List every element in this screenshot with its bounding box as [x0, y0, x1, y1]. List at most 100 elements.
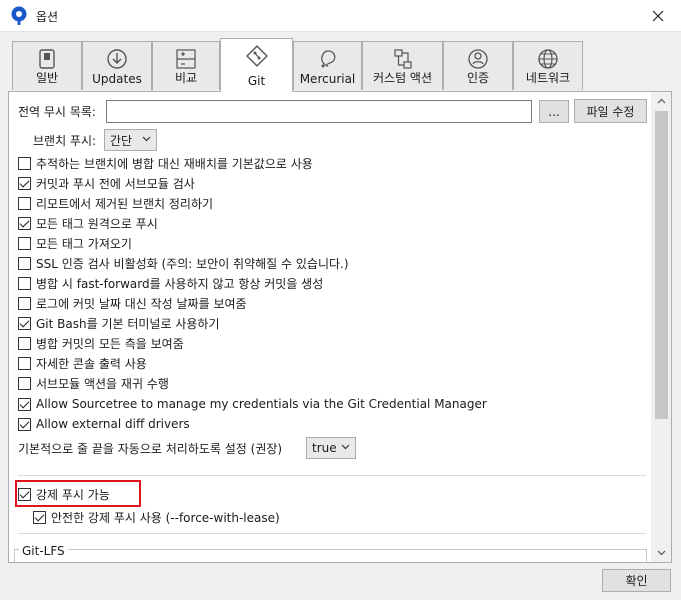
- option-merge-all-sides[interactable]: 병합 커밋의 모든 측을 보여줌: [18, 333, 184, 353]
- chevron-up-icon: [657, 98, 665, 104]
- option-label: 커밋과 푸시 전에 서브모듈 검사: [36, 176, 195, 191]
- option-label: Allow Sourcetree to manage my credential…: [36, 397, 487, 411]
- git-settings-panel: 전역 무시 목록: ... 파일 수정 브랜치 푸시: 간단 추적하는 브랜치에…: [8, 91, 672, 563]
- checkbox[interactable]: [18, 356, 31, 370]
- tab-label: 인증: [466, 71, 490, 85]
- tab-mercurial[interactable]: Mercurial: [293, 41, 362, 90]
- option-label: Git Bash를 기본 터미널로 사용하기: [36, 316, 220, 331]
- tab-git[interactable]: Git: [220, 38, 293, 92]
- custom-action-icon: [392, 48, 414, 70]
- option-external-diff[interactable]: Allow external diff drivers: [18, 414, 190, 434]
- title-bar: 옵션: [0, 0, 681, 32]
- edit-file-button[interactable]: 파일 수정: [574, 99, 647, 123]
- tab-label: 커스텀 액션: [372, 71, 432, 85]
- git-icon: [245, 45, 268, 67]
- sourcetree-logo-icon: [9, 6, 29, 26]
- chevron-down-icon: [142, 136, 151, 142]
- tab-label: 네트워크: [525, 71, 571, 85]
- checkbox[interactable]: [18, 196, 31, 210]
- checkbox[interactable]: [18, 176, 31, 190]
- user-icon: [467, 48, 489, 70]
- checkbox[interactable]: [18, 236, 31, 250]
- checkbox[interactable]: [18, 216, 31, 230]
- option-label: Allow external diff drivers: [36, 417, 190, 431]
- branch-push-label: 브랜치 푸시:: [33, 133, 97, 148]
- option-label: 추적하는 브랜치에 병합 대신 재배치를 기본값으로 사용: [36, 156, 313, 171]
- option-label: 자세한 콘솔 출력 사용: [36, 356, 147, 371]
- tab-custom-actions[interactable]: 커스텀 액션: [362, 41, 443, 90]
- git-lfs-group: [14, 549, 647, 562]
- option-credential-manager[interactable]: Allow Sourcetree to manage my credential…: [18, 394, 487, 414]
- tab-label: 일반: [35, 71, 59, 85]
- option-label: 강제 푸시 가능: [36, 487, 110, 502]
- option-push-all-tags[interactable]: 모든 태그 원격으로 푸시: [18, 213, 158, 233]
- tab-general[interactable]: 일반: [12, 41, 82, 90]
- tab-diff[interactable]: 비교: [152, 41, 220, 90]
- browse-button[interactable]: ...: [539, 100, 569, 123]
- option-label: 리모트에서 제거된 브랜치 정리하기: [36, 196, 214, 211]
- option-no-fast-forward[interactable]: 병합 시 fast-forward를 사용하지 않고 항상 커밋을 생성: [18, 273, 323, 293]
- checkbox[interactable]: [18, 296, 31, 310]
- option-rebase-default[interactable]: 추적하는 브랜치에 병합 대신 재배치를 기본값으로 사용: [18, 153, 313, 173]
- scroll-thumb[interactable]: [655, 111, 668, 419]
- separator: [18, 533, 646, 534]
- option-fetch-all-tags[interactable]: 모든 태그 가져오기: [18, 233, 132, 253]
- option-label: 병합 시 fast-forward를 사용하지 않고 항상 커밋을 생성: [36, 276, 324, 291]
- checkbox[interactable]: [18, 417, 31, 431]
- checkbox[interactable]: [18, 376, 31, 390]
- line-ending-label: 기본적으로 줄 끝을 자동으로 처리하도록 설정 (권장): [18, 441, 283, 456]
- option-disable-ssl[interactable]: SSL 인증 검사 비활성화 (주의: 보안이 취약해질 수 있습니다.): [18, 253, 349, 273]
- branch-push-select[interactable]: 간단: [104, 129, 157, 151]
- option-author-date[interactable]: 로그에 커밋 날짜 대신 작성 날짜를 보여줌: [18, 293, 247, 313]
- checkbox[interactable]: [33, 510, 46, 524]
- option-force-with-lease[interactable]: 안전한 강제 푸시 사용 (--force-with-lease): [33, 507, 280, 527]
- branch-push-row: 브랜치 푸시:: [33, 130, 96, 150]
- tab-updates[interactable]: Updates: [82, 41, 152, 90]
- tab-label: Updates: [92, 72, 142, 86]
- line-ending-value: true: [312, 441, 337, 455]
- close-button[interactable]: [635, 0, 681, 32]
- download-icon: [106, 48, 128, 70]
- global-ignore-row: 전역 무시 목록:: [18, 101, 96, 121]
- checkbox[interactable]: [18, 256, 31, 270]
- git-lfs-label: Git-LFS: [19, 544, 68, 558]
- scroll-up-button[interactable]: [651, 93, 671, 109]
- checkbox[interactable]: [18, 276, 31, 290]
- option-label: 병합 커밋의 모든 측을 보여줌: [36, 336, 184, 351]
- scroll-down-button[interactable]: [651, 545, 671, 561]
- switch-icon: [36, 48, 58, 70]
- option-label: 모든 태그 가져오기: [36, 236, 132, 251]
- tab-label: 비교: [174, 71, 198, 85]
- mercurial-icon: [317, 48, 339, 70]
- global-ignore-input[interactable]: [106, 100, 532, 123]
- ok-button[interactable]: 확인: [602, 569, 671, 592]
- diff-icon: [175, 48, 197, 70]
- option-git-bash-terminal[interactable]: Git Bash를 기본 터미널로 사용하기: [18, 313, 219, 333]
- option-force-push[interactable]: 강제 푸시 가능: [18, 484, 110, 504]
- tab-network[interactable]: 네트워크: [513, 41, 583, 90]
- option-verbose-console[interactable]: 자세한 콘솔 출력 사용: [18, 353, 147, 373]
- git-settings-content: 전역 무시 목록: ... 파일 수정 브랜치 푸시: 간단 추적하는 브랜치에…: [9, 92, 651, 562]
- tab-label: Mercurial: [299, 72, 356, 86]
- checkbox[interactable]: [18, 156, 31, 170]
- option-recursive-submodules[interactable]: 서브모듈 액션을 재귀 수행: [18, 373, 169, 393]
- vertical-scrollbar[interactable]: [651, 92, 671, 562]
- option-label: 서브모듈 액션을 재귀 수행: [36, 376, 169, 391]
- checkbox[interactable]: [18, 336, 31, 350]
- option-label: 모든 태그 원격으로 푸시: [36, 216, 158, 231]
- branch-push-value: 간단: [110, 133, 133, 148]
- option-label: SSL 인증 검사 비활성화 (주의: 보안이 취약해질 수 있습니다.): [36, 256, 349, 271]
- option-label: 로그에 커밋 날짜 대신 작성 날짜를 보여줌: [36, 296, 247, 311]
- globe-icon: [537, 48, 559, 70]
- checkbox[interactable]: [18, 487, 31, 501]
- window-title: 옵션: [36, 10, 59, 24]
- separator: [18, 475, 646, 476]
- checkbox[interactable]: [18, 397, 31, 411]
- line-ending-select[interactable]: true: [306, 437, 356, 459]
- tab-authentication[interactable]: 인증: [443, 41, 513, 90]
- chevron-down-icon: [657, 550, 665, 556]
- option-prune-branches[interactable]: 리모트에서 제거된 브랜치 정리하기: [18, 193, 213, 213]
- option-check-submodules[interactable]: 커밋과 푸시 전에 서브모듈 검사: [18, 173, 195, 193]
- checkbox[interactable]: [18, 316, 31, 330]
- tab-label: Git: [247, 74, 266, 88]
